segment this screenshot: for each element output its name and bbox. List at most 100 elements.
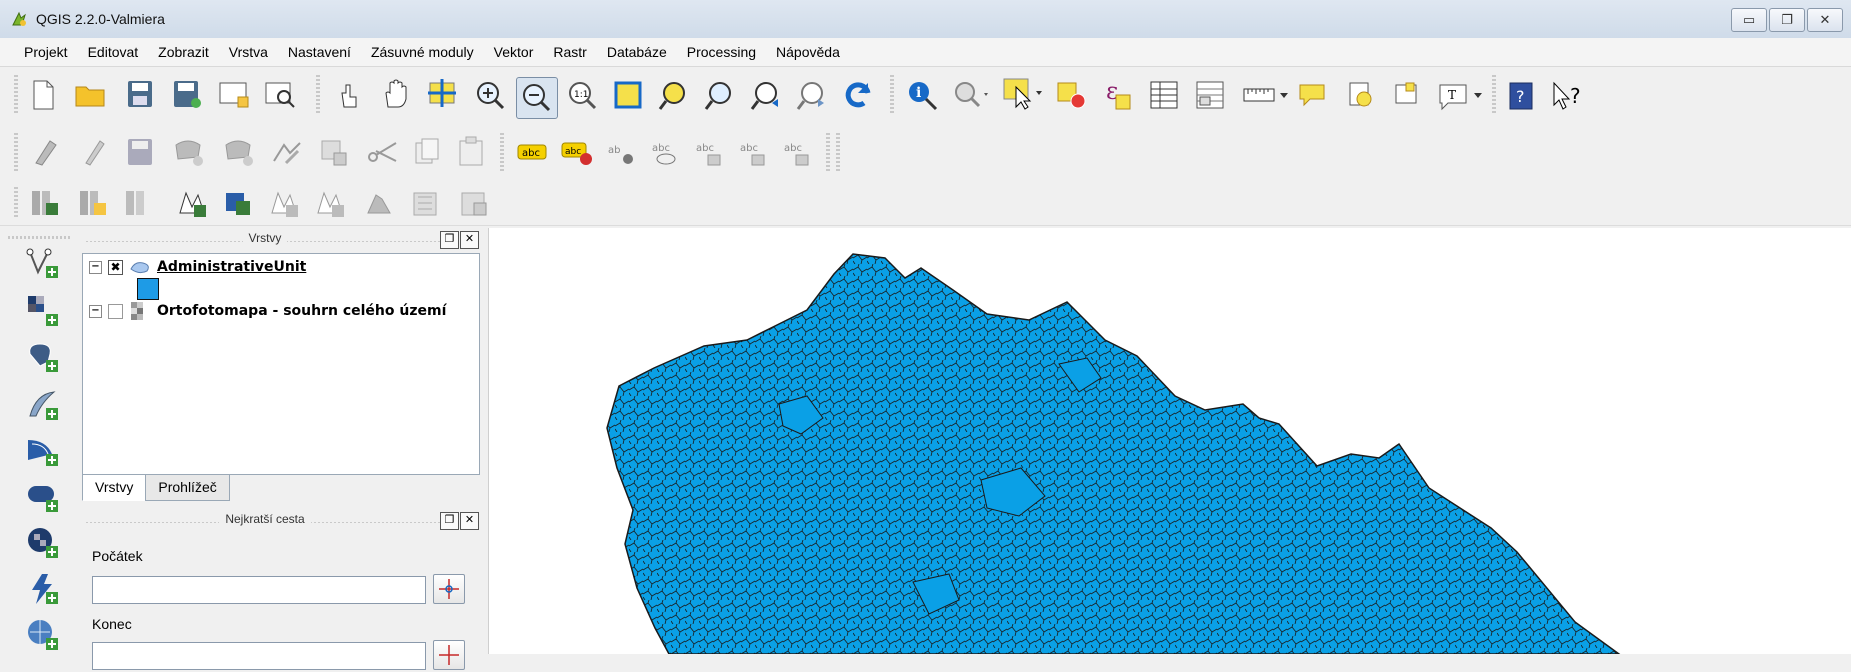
zoom-last-icon[interactable] [750, 79, 782, 111]
save-edits-icon[interactable] [126, 137, 156, 167]
float-panel-button[interactable]: ❐ [440, 231, 459, 249]
toolbar-grip[interactable] [500, 133, 504, 171]
pan-to-selection-icon[interactable] [426, 77, 460, 111]
layer-item[interactable]: − Ortofotomapa - souhrn celého území [89, 300, 446, 322]
actions-icon[interactable] [952, 79, 992, 111]
new-bookmark-icon[interactable] [1344, 79, 1376, 111]
layer-checkbox-checked[interactable]: ✖ [108, 259, 123, 275]
menu-editovat[interactable]: Editovat [78, 38, 149, 66]
close-panel-button[interactable]: ✕ [460, 512, 479, 530]
pick-end-button[interactable] [433, 640, 465, 670]
current-edits-icon[interactable] [30, 135, 64, 169]
add-postgis-icon[interactable] [122, 187, 156, 219]
touch-zoom-icon[interactable] [334, 79, 366, 111]
tab-vrstvy[interactable]: Vrstvy [82, 474, 147, 501]
menu-vrstva[interactable]: Vrstva [219, 38, 278, 66]
toolbar-grip[interactable] [826, 133, 830, 171]
copy-features-icon[interactable] [412, 137, 442, 167]
open-project-icon[interactable] [74, 81, 106, 109]
layer-labeling-icon[interactable]: abc [516, 141, 548, 163]
add-raster-layer-icon[interactable] [26, 294, 60, 328]
zoom-full-icon[interactable] [612, 79, 644, 111]
add-wfs-layer-icon[interactable] [26, 618, 60, 652]
menu-databaze[interactable]: Databáze [597, 38, 677, 66]
toggle-editing-icon[interactable] [78, 135, 112, 169]
add-wms-icon[interactable] [362, 189, 396, 219]
identify-icon[interactable]: i [906, 79, 938, 111]
toolbar-grip[interactable] [14, 133, 18, 171]
add-wcs-layer-icon[interactable] [26, 572, 60, 606]
pan-icon[interactable] [380, 77, 412, 111]
add-oracle-layer-icon[interactable] [26, 480, 60, 514]
deselect-icon[interactable] [1056, 79, 1088, 111]
new-project-icon[interactable] [28, 79, 58, 111]
field-calculator-icon[interactable] [1194, 79, 1226, 111]
new-print-composer-icon[interactable] [218, 79, 250, 109]
menu-nastaveni[interactable]: Nastavení [278, 38, 361, 66]
toolbar-grip[interactable] [890, 75, 894, 115]
toolbar-grip[interactable] [8, 236, 72, 239]
menu-zasuvne-moduly[interactable]: Zásuvné moduly [361, 38, 484, 66]
toolbar-grip[interactable] [1492, 75, 1496, 115]
new-temp-layer-icon[interactable] [268, 187, 302, 219]
map-canvas[interactable] [488, 228, 1851, 654]
new-spatialite-icon[interactable] [222, 187, 256, 219]
new-shapefile-icon[interactable] [176, 187, 210, 219]
zoom-to-layer-icon[interactable] [704, 79, 736, 111]
start-point-input[interactable] [92, 576, 426, 604]
node-tool-icon[interactable] [270, 137, 304, 167]
end-point-input[interactable] [92, 642, 426, 670]
zoom-next-icon[interactable] [796, 79, 828, 111]
add-spatialite-layer-icon[interactable] [26, 388, 60, 422]
add-vector-layer-icon[interactable] [28, 187, 62, 219]
remove-layer-icon[interactable] [314, 187, 348, 219]
toolbar-grip[interactable] [836, 133, 840, 171]
menu-zobrazit[interactable]: Zobrazit [148, 38, 219, 66]
move-feature-icon[interactable] [222, 137, 256, 167]
show-hide-labels-icon[interactable]: abc [650, 139, 682, 167]
menu-processing[interactable]: Processing [677, 38, 766, 66]
toolbar-grip[interactable] [14, 75, 18, 115]
save-project-icon[interactable] [126, 79, 154, 109]
float-panel-button[interactable]: ❐ [440, 512, 459, 530]
toolbar-grip[interactable] [14, 187, 18, 219]
restore-button[interactable]: ❐ [1769, 8, 1805, 32]
add-feature-icon[interactable] [172, 137, 206, 167]
zoom-to-selection-icon[interactable] [658, 79, 690, 111]
add-vector-layer-icon[interactable] [26, 246, 60, 280]
tab-prohlizec[interactable]: Prohlížeč [145, 474, 230, 501]
add-wfs-icon[interactable] [410, 189, 444, 219]
cut-features-icon[interactable] [366, 139, 398, 165]
expression-select-icon[interactable]: ε [1102, 77, 1134, 111]
menu-rastr[interactable]: Rastr [543, 38, 596, 66]
change-label-icon[interactable]: abc [782, 139, 814, 167]
text-annotation-icon[interactable]: T [1436, 79, 1484, 111]
collapse-icon[interactable]: − [89, 304, 102, 318]
save-as-icon[interactable] [172, 79, 202, 109]
menu-projekt[interactable]: Projekt [14, 38, 78, 66]
layer-checkbox-unchecked[interactable] [108, 303, 123, 319]
pin-labels-icon[interactable]: ab [606, 139, 638, 167]
attribute-table-icon[interactable] [1148, 79, 1180, 111]
whats-this-icon[interactable]: ? [1550, 79, 1590, 111]
composer-manager-icon[interactable] [264, 79, 296, 109]
layer-symbol-swatch[interactable] [137, 278, 159, 300]
help-icon[interactable]: ? [1506, 79, 1538, 111]
pick-start-button[interactable] [433, 574, 465, 604]
add-mssql-layer-icon[interactable] [26, 434, 60, 468]
close-panel-button[interactable]: ✕ [460, 231, 479, 249]
show-bookmarks-icon[interactable] [1390, 79, 1422, 111]
zoom-actual-icon[interactable]: 1:1 [566, 79, 598, 111]
delete-selected-icon[interactable] [318, 137, 350, 167]
add-raster-layer-icon[interactable] [76, 187, 110, 219]
layer-diagram-icon[interactable]: abc [560, 139, 594, 167]
collapse-icon[interactable]: − [89, 260, 102, 274]
layer-item[interactable]: − ✖ AdministrativeUnit [89, 256, 306, 278]
paste-features-icon[interactable] [456, 135, 486, 167]
minimize-button[interactable]: ▭ [1731, 8, 1767, 32]
toolbar-grip[interactable] [316, 75, 320, 115]
add-wcs-icon[interactable] [458, 189, 492, 219]
select-features-icon[interactable] [1002, 77, 1046, 111]
map-tips-icon[interactable] [1296, 79, 1328, 111]
zoom-out-button-active[interactable] [516, 77, 558, 119]
